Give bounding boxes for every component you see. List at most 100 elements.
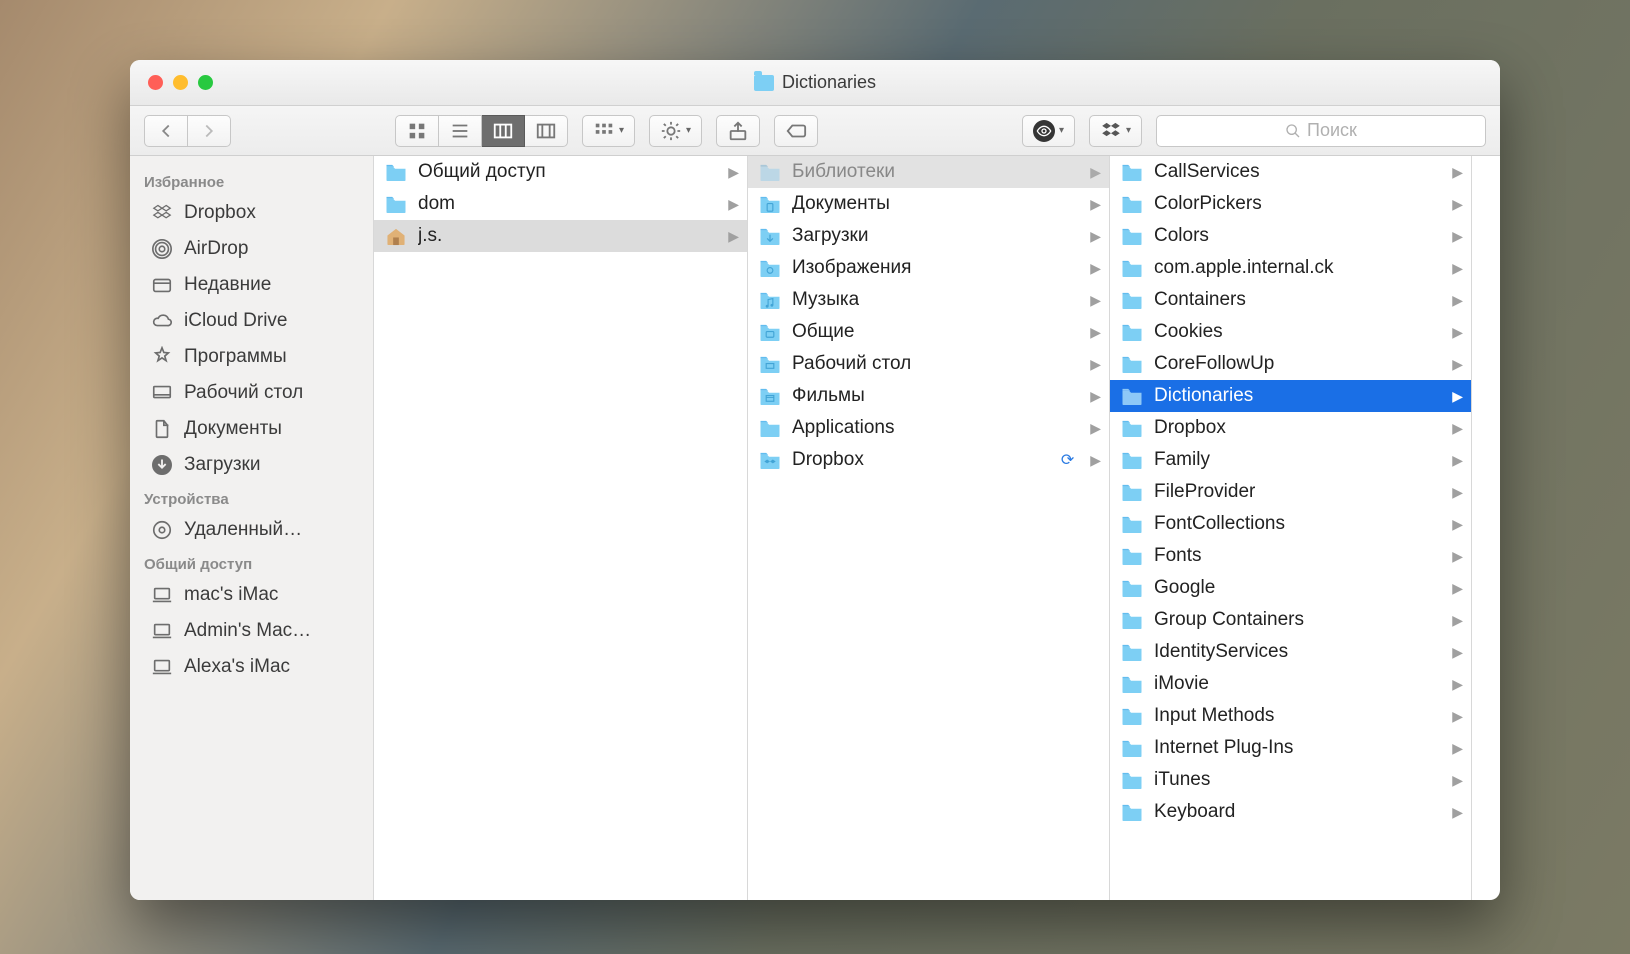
sidebar-item-программы[interactable]: Программы (130, 339, 373, 375)
file-row[interactable]: Containers▶ (1110, 284, 1471, 316)
folder-icon (1120, 546, 1144, 566)
column-2[interactable]: Библиотеки▶ Документы ▶ Загрузки▶Изображени… (748, 156, 1110, 900)
file-row[interactable]: Загрузки▶ (748, 220, 1109, 252)
file-name: CoreFollowUp (1154, 353, 1274, 375)
file-row[interactable]: dom▶ (374, 188, 747, 220)
sidebar-item-недавние[interactable]: Недавние (130, 267, 373, 303)
sidebar-item-icloud-drive[interactable]: iCloud Drive (130, 303, 373, 339)
sidebar-item-label: iCloud Drive (184, 310, 287, 332)
window-title: Dictionaries (782, 72, 876, 93)
disclosure-arrow-icon: ▶ (1452, 644, 1463, 661)
file-row[interactable]: Dropbox⟳▶ (748, 444, 1109, 476)
disclosure-arrow-icon: ▶ (1090, 324, 1101, 341)
file-name: Общие (792, 321, 854, 343)
file-row[interactable]: iTunes▶ (1110, 764, 1471, 796)
sidebar-item-dropbox[interactable]: Dropbox (130, 195, 373, 231)
sidebar-item-загрузки[interactable]: Загрузки (130, 447, 373, 483)
file-name: IdentityServices (1154, 641, 1288, 663)
file-row[interactable]: com.apple.internal.ck▶ (1110, 252, 1471, 284)
file-row[interactable]: Colors▶ (1110, 220, 1471, 252)
file-row[interactable]: Рабочий стол▶ (748, 348, 1109, 380)
file-row[interactable]: Fonts▶ (1110, 540, 1471, 572)
sidebar-item-удаленный-[interactable]: Удаленный… (130, 512, 373, 548)
folder-icon (1120, 770, 1144, 790)
folder-icon (1120, 258, 1144, 278)
file-row[interactable]: Фильмы▶ (748, 380, 1109, 412)
folder-icon (758, 450, 782, 470)
folder-icon (1120, 578, 1144, 598)
tags-button[interactable] (774, 115, 818, 147)
file-row[interactable]: Общий доступ▶ (374, 156, 747, 188)
file-row[interactable]: Cookies▶ (1110, 316, 1471, 348)
file-row[interactable]: Group Containers▶ (1110, 604, 1471, 636)
disclosure-arrow-icon: ▶ (1452, 740, 1463, 757)
file-name: Input Methods (1154, 705, 1274, 727)
folder-icon (1120, 354, 1144, 374)
file-row[interactable]: ColorPickers▶ (1110, 188, 1471, 220)
sidebar[interactable]: ИзбранноеDropboxAirDropНедавниеiCloud Dr… (130, 156, 374, 900)
file-row[interactable]: iMovie▶ (1110, 668, 1471, 700)
action-button[interactable]: ▾ (649, 115, 702, 147)
file-name: iTunes (1154, 769, 1210, 791)
dropbox-toolbar-button[interactable]: ▾ (1089, 115, 1142, 147)
folder-icon (1120, 674, 1144, 694)
disclosure-arrow-icon: ▶ (1090, 196, 1101, 213)
view-icons-button[interactable] (395, 115, 439, 147)
file-row[interactable]: Dropbox▶ (1110, 412, 1471, 444)
file-name: CallServices (1154, 161, 1260, 183)
sidebar-item-alexa-s-imac[interactable]: Alexa's iMac (130, 649, 373, 685)
sidebar-item-airdrop[interactable]: AirDrop (130, 231, 373, 267)
file-row[interactable]: Input Methods▶ (1110, 700, 1471, 732)
folder-icon (1120, 322, 1144, 342)
disclosure-arrow-icon: ▶ (1090, 164, 1101, 181)
file-row[interactable]: Музыка▶ (748, 284, 1109, 316)
file-row[interactable]: Applications▶ (748, 412, 1109, 444)
view-gallery-button[interactable] (525, 115, 568, 147)
file-row[interactable]: IdentityServices ▶ (1110, 636, 1471, 668)
back-button[interactable] (144, 115, 188, 147)
file-row[interactable]: Изображения▶ (748, 252, 1109, 284)
file-row[interactable]: j.s.▶ (374, 220, 747, 252)
recents-icon (150, 273, 174, 297)
folder-icon (384, 226, 408, 246)
sidebar-item-рабочий-стол[interactable]: Рабочий стол (130, 375, 373, 411)
sidebar-item--mac-s-imac[interactable]: mac's iMac (130, 577, 373, 613)
column-1[interactable]: Общий доступ▶dom▶j.s.▶ (374, 156, 748, 900)
file-row[interactable]: Internet Plug-Ins▶ (1110, 732, 1471, 764)
file-row[interactable]: Keyboard▶ (1110, 796, 1471, 828)
disclosure-arrow-icon: ▶ (1090, 260, 1101, 277)
disclosure-arrow-icon: ▶ (1452, 676, 1463, 693)
titlebar: Dictionaries (130, 60, 1500, 106)
view-list-button[interactable] (439, 115, 482, 147)
file-row[interactable]: Family▶ (1110, 444, 1471, 476)
file-name: dom (418, 193, 455, 215)
file-row[interactable]: FileProvider▶ (1110, 476, 1471, 508)
folder-icon (1120, 610, 1144, 630)
view-columns-button[interactable] (482, 115, 525, 147)
file-row[interactable]: Dictionaries▶ (1110, 380, 1471, 412)
folder-icon (758, 418, 782, 438)
file-row[interactable]: Документы ▶ (748, 188, 1109, 220)
sidebar-item-label: Недавние (184, 274, 271, 296)
file-row[interactable]: CallServices▶ (1110, 156, 1471, 188)
sidebar-item-документы[interactable]: Документы (130, 411, 373, 447)
file-name: Документы (792, 193, 890, 215)
quicklook-button[interactable]: ▾ (1022, 115, 1075, 147)
search-field[interactable]: Поиск (1156, 115, 1486, 147)
folder-icon (758, 322, 782, 342)
file-row[interactable]: Библиотеки▶ (748, 156, 1109, 188)
sidebar-item-label: Dropbox (184, 202, 256, 224)
toolbar: ▾ ▾ ▾ ▾ Поиск (130, 106, 1500, 156)
file-row[interactable]: CoreFollowUp▶ (1110, 348, 1471, 380)
disclosure-arrow-icon: ▶ (1452, 548, 1463, 565)
forward-button[interactable] (188, 115, 231, 147)
file-row[interactable]: FontCollections▶ (1110, 508, 1471, 540)
sidebar-item-admin-s-mac-[interactable]: Admin's Mac… (130, 613, 373, 649)
column-3[interactable]: CallServices▶ColorPickers▶Colors▶com.app… (1110, 156, 1472, 900)
file-row[interactable]: Google▶ (1110, 572, 1471, 604)
folder-icon (758, 386, 782, 406)
file-row[interactable]: Общие ▶ (748, 316, 1109, 348)
share-button[interactable] (716, 115, 760, 147)
arrange-button[interactable]: ▾ (582, 115, 635, 147)
folder-icon (384, 194, 408, 214)
